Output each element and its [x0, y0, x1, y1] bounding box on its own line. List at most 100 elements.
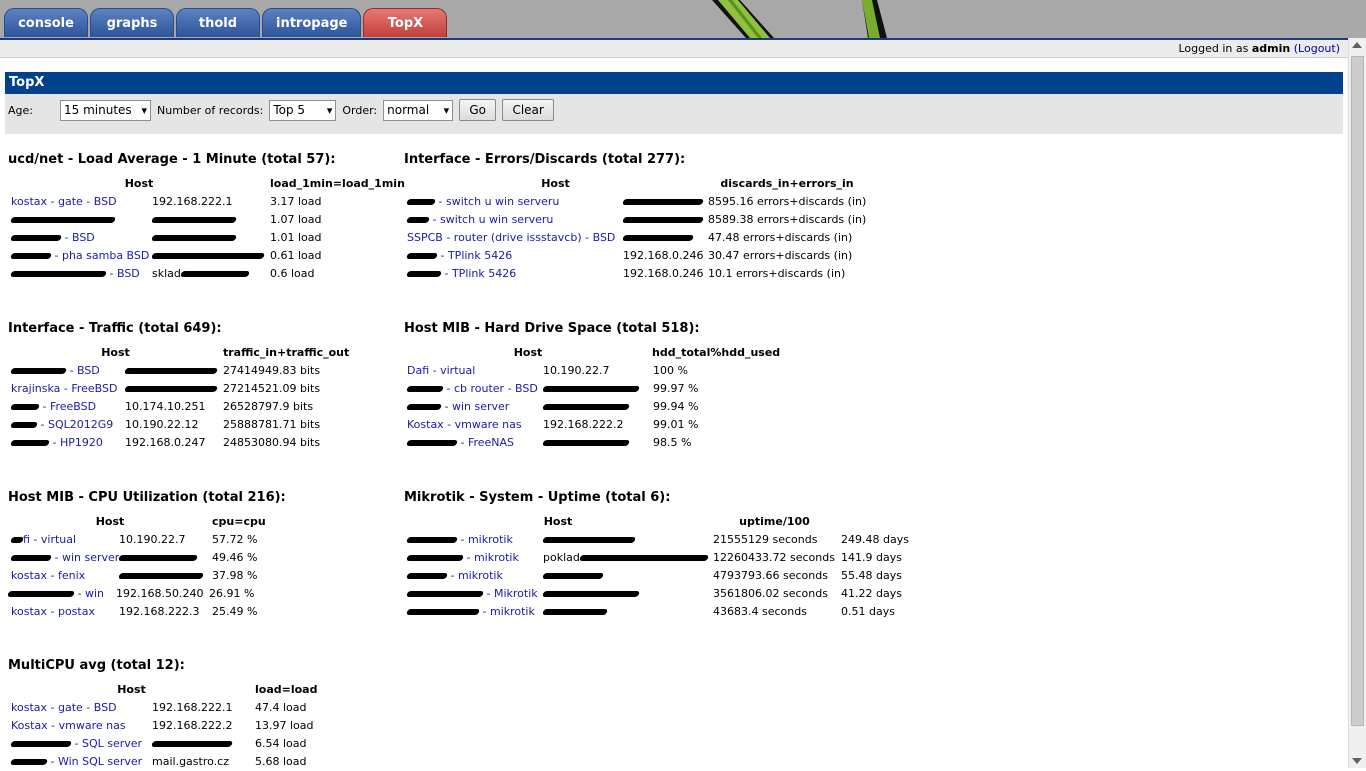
host-ip: poklad	[543, 549, 713, 567]
host-link[interactable]: - win server	[8, 549, 119, 567]
host-text: - win server	[51, 551, 119, 564]
value-cell: 3561806.02 seconds	[713, 587, 828, 600]
clear-button[interactable]: Clear	[502, 99, 555, 121]
col-value: uptime/100	[739, 515, 810, 528]
host-text: - FreeBSD	[39, 400, 97, 413]
host-link[interactable]: SSPCB - router (drive issstavcb) - BSD	[404, 229, 623, 247]
host-link[interactable]: Kostax - vmware nas	[404, 416, 543, 434]
scroll-up-icon[interactable]	[1352, 42, 1362, 48]
host-link[interactable]: kostax - gate - BSD	[8, 193, 152, 211]
host-link[interactable]: - pha samba BSD	[8, 247, 152, 265]
host-link[interactable]	[8, 211, 152, 229]
host-link[interactable]: - cb router - BSD	[404, 380, 543, 398]
username: admin	[1251, 42, 1291, 55]
host-link[interactable]: - mikrotik	[404, 567, 543, 585]
host-text: - BSD	[66, 364, 100, 377]
host-text: - cb router - BSD	[443, 382, 538, 395]
order-select[interactable]: normal	[383, 99, 454, 121]
host-link[interactable]: - BSD	[8, 265, 152, 283]
host-ip	[119, 549, 212, 567]
host-link[interactable]: - BSD	[8, 229, 152, 247]
host-ip: 192.168.0.246	[623, 267, 704, 280]
host-link[interactable]: - TPlink 5426	[404, 265, 623, 283]
table-row: kostax - gate - BSD 192.168.222.1 3.17 l…	[8, 193, 405, 211]
table-row: - mikrotik 21555129 seconds 249.48 days	[404, 531, 909, 549]
host-link[interactable]: - switch u win serveru	[404, 193, 623, 211]
vertical-scrollbar[interactable]	[1348, 38, 1366, 768]
value-cell: 99.94 %	[653, 400, 699, 413]
tab-graphs[interactable]: graphs	[90, 8, 174, 37]
host-link[interactable]: - FreeNAS	[404, 434, 543, 452]
host-text: - Win SQL server	[47, 755, 143, 768]
redaction-mark	[152, 253, 265, 259]
section-cpu: Host MIB - CPU Utilization (total 216): …	[8, 490, 286, 618]
host-link[interactable]: - Win SQL server	[8, 753, 152, 771]
host-link[interactable]: - FreeBSD	[8, 398, 125, 416]
host-link[interactable]: - win server	[404, 398, 543, 416]
host-link[interactable]: - switch u win serveru	[404, 211, 623, 229]
host-link[interactable]: Kostax - vmware nas	[8, 717, 152, 735]
age-select[interactable]: 15 minutes	[60, 99, 151, 121]
age-label: Age:	[8, 103, 33, 117]
host-link[interactable]: - win	[8, 585, 116, 603]
multicpu-table: Host load=load kostax - gate - BSD 192.1…	[8, 681, 317, 771]
host-text: - mikrotik	[463, 551, 519, 564]
host-link[interactable]: Dafi - virtual	[404, 362, 543, 380]
section-errors-discards: Interface - Errors/Discards (total 277):…	[404, 152, 866, 280]
redaction-mark	[10, 368, 67, 374]
logout-link[interactable]: (Logout)	[1294, 42, 1340, 55]
ip-text: poklad	[543, 551, 580, 564]
tab-thold[interactable]: thold	[176, 8, 260, 37]
days-cell: 249.48 days	[841, 533, 909, 546]
table-row: - BSD 1.01 load	[8, 229, 405, 247]
host-text: - BSD	[61, 231, 95, 244]
host-link[interactable]: kostax - postax	[8, 603, 119, 621]
records-select-value: Top 5	[273, 102, 306, 117]
host-link[interactable]: - BSD	[8, 362, 125, 380]
host-ip: 192.168.0.247	[125, 436, 206, 449]
value-cell: 12260433.72 seconds	[713, 551, 835, 564]
table-row: Kostax - vmware nas 192.168.222.2 99.01 …	[404, 416, 780, 434]
host-link[interactable]: - TPlink 5426	[404, 247, 623, 265]
host-text: - BSD	[106, 267, 140, 280]
scroll-down-icon[interactable]	[1352, 758, 1362, 764]
host-text: fi - virtual	[23, 533, 77, 546]
col-value: hdd_total%hdd_used	[652, 346, 781, 359]
host-ip	[152, 229, 270, 247]
host-link[interactable]: kostax - gate - BSD	[8, 699, 152, 717]
table-row: Kostax - vmware nas 192.168.222.2 13.97 …	[8, 717, 317, 735]
host-link[interactable]: - Mikrotik	[404, 585, 543, 603]
tab-topx[interactable]: TopX	[363, 8, 448, 37]
value-cell: 47.48 errors+discards (in)	[708, 231, 853, 244]
table-row: - TPlink 5426 192.168.0.246 10.1 errors+…	[404, 265, 867, 283]
host-link[interactable]: fi - virtual	[8, 531, 119, 549]
table-row: - mikrotik 43683.4 seconds 0.51 days	[404, 603, 909, 621]
table-row: - FreeBSD 10.174.10.251 26528797.9 bits	[8, 398, 349, 416]
scrollbar-thumb[interactable]	[1351, 56, 1364, 726]
days-cell: 55.48 days	[841, 569, 902, 582]
host-link[interactable]: - SQL2012G9	[8, 416, 125, 434]
records-select[interactable]: Top 5	[269, 99, 337, 121]
host-ip: 192.168.222.3	[119, 605, 200, 618]
value-cell: 24853080.94 bits	[223, 436, 321, 449]
host-link[interactable]: kostax - fenix	[8, 567, 119, 585]
go-button[interactable]: Go	[459, 99, 497, 121]
host-link[interactable]: - HP1920	[8, 434, 125, 452]
host-link[interactable]: - mikrotik	[404, 531, 543, 549]
host-link[interactable]: - mikrotik	[404, 549, 543, 567]
host-link[interactable]: - SQL server	[8, 735, 152, 753]
host-link[interactable]: krajinska - FreeBSD	[8, 380, 125, 398]
section-load-average: ucd/net - Load Average - 1 Minute (total…	[8, 152, 405, 280]
tab-intropage[interactable]: intropage	[262, 8, 362, 37]
redaction-mark	[543, 573, 604, 579]
host-ip: 10.174.10.251	[125, 400, 206, 413]
tab-console[interactable]: console	[4, 8, 88, 37]
host-ip	[623, 229, 708, 247]
redaction-mark	[10, 235, 62, 241]
days-cell: 141.9 days	[841, 551, 902, 564]
col-value: load=load	[255, 683, 318, 696]
host-link[interactable]: - mikrotik	[404, 603, 543, 621]
value-cell: 0.61 load	[270, 249, 322, 262]
redaction-mark	[406, 217, 430, 223]
redaction-mark	[10, 555, 52, 561]
